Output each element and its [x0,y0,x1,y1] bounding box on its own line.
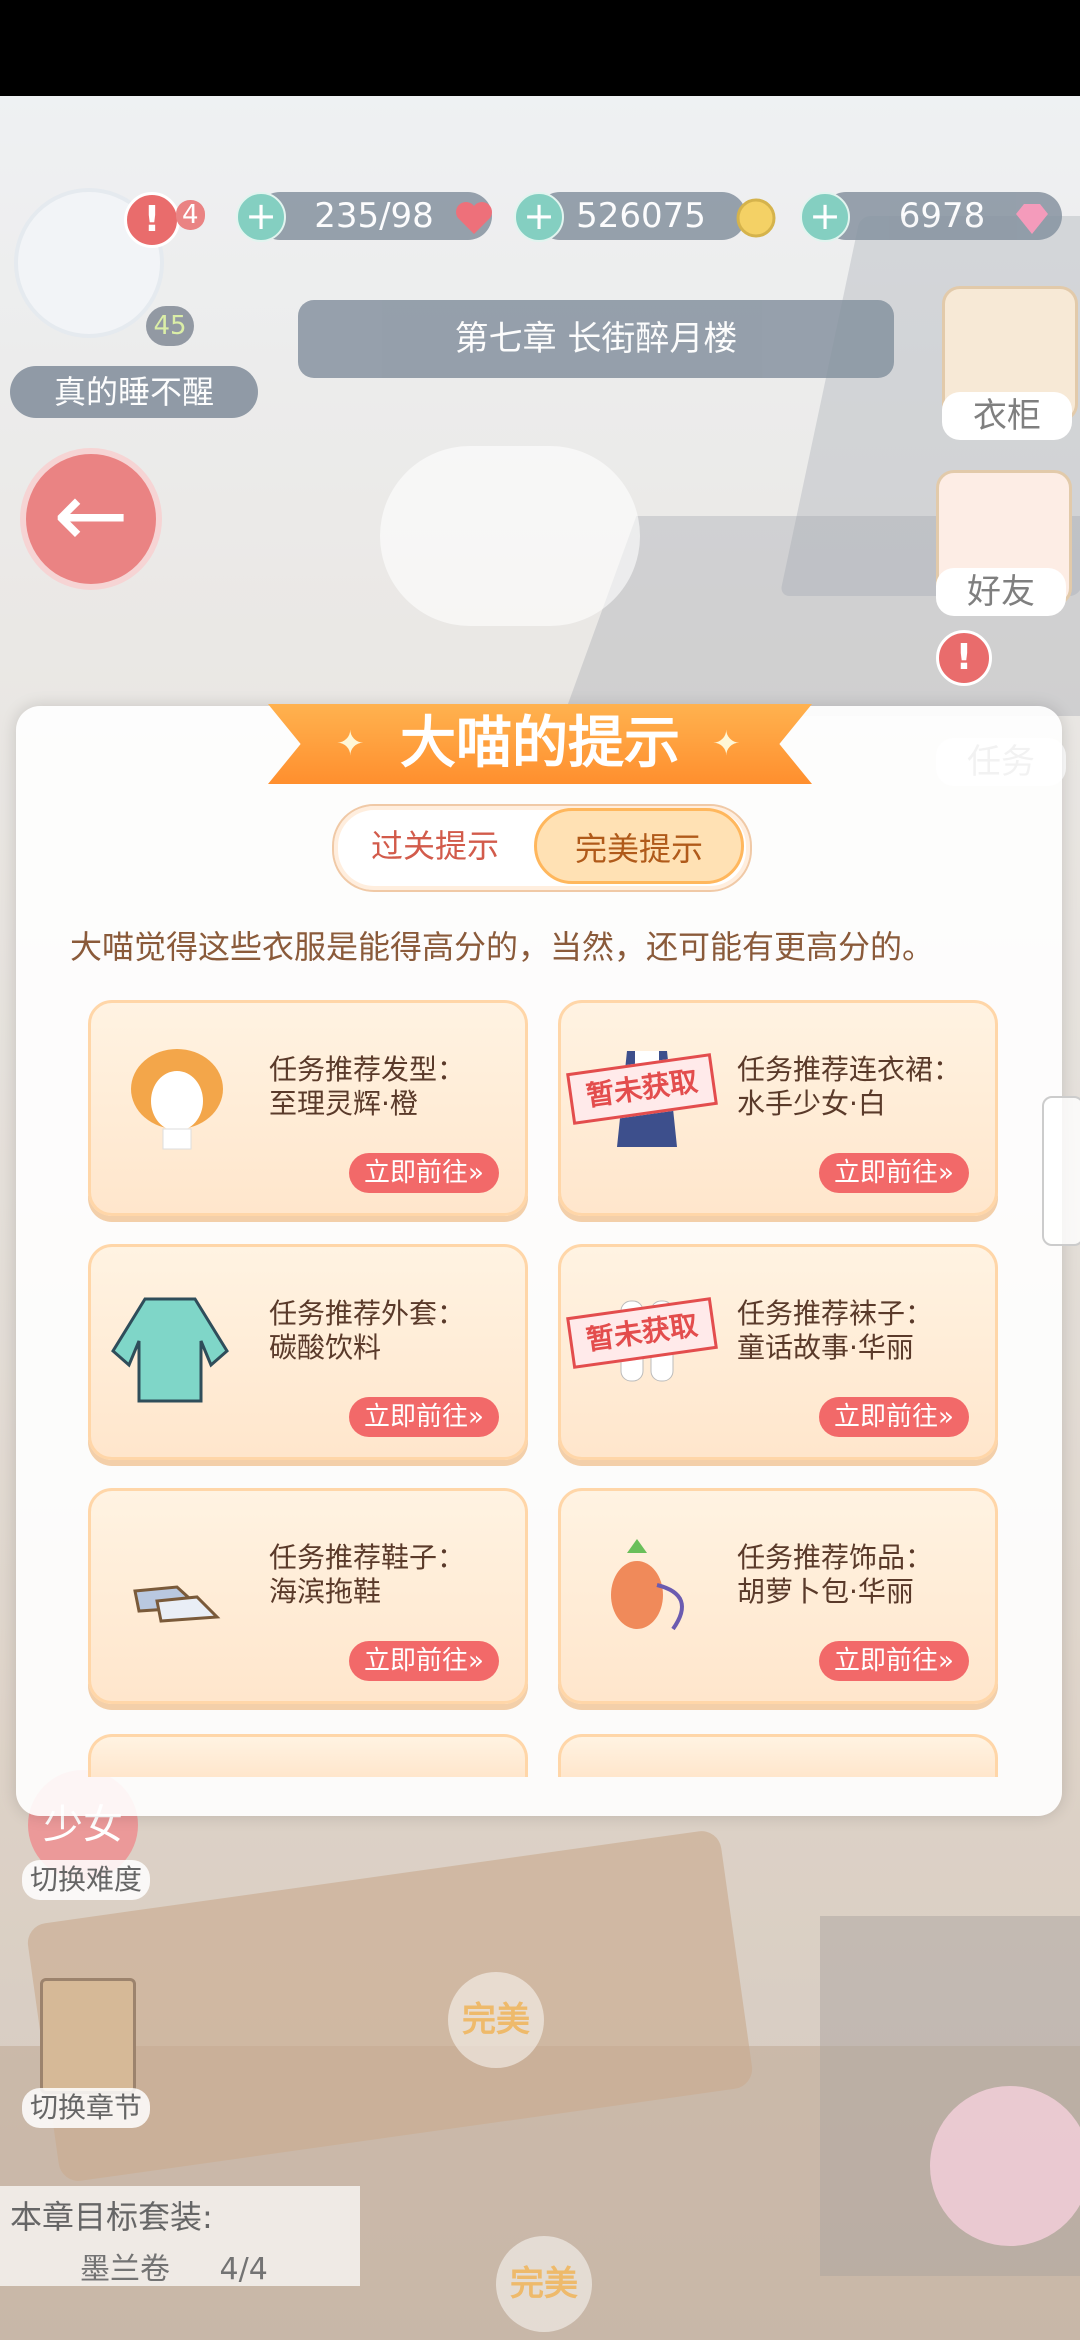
card-line1: 任务推荐外套： [269,1297,466,1330]
recommend-card-hair[interactable]: 任务推荐发型： 至理灵辉·橙 立即前往» [88,1000,528,1216]
recommend-card-coat[interactable]: 任务推荐外套： 碳酸饮料 立即前往» [88,1244,528,1460]
goto-button[interactable]: 立即前往» [819,1397,969,1437]
recommend-card-partial[interactable] [88,1734,528,1777]
card-line2: 童话故事·华丽 [737,1331,914,1364]
card-line2: 至理灵辉·橙 [269,1087,418,1120]
sparkle-icon: ✦ [712,724,741,764]
hair-item-icon [117,1037,237,1157]
sparkle-icon: ✦ [336,724,365,764]
card-line1: 任务推荐发型： [269,1053,466,1086]
recommend-card-socks[interactable]: 暂未获取 任务推荐袜子： 童话故事·华丽 立即前往» [558,1244,998,1460]
card-line1: 任务推荐鞋子： [269,1541,466,1574]
tab-perfect-hint[interactable]: 完美提示 [534,808,744,884]
goto-button[interactable]: 立即前往» [819,1153,969,1193]
card-line2: 碳酸饮料 [269,1331,382,1364]
coat-item-icon [105,1281,229,1403]
goto-button[interactable]: 立即前往» [349,1397,499,1437]
card-line2: 水手少女·白 [737,1087,886,1120]
goto-button[interactable]: 立即前往» [349,1641,499,1681]
hint-description: 大喵觉得这些衣服是能得高分的，当然，还可能有更高分的。 [70,928,935,966]
card-line1: 任务推荐饰品： [737,1541,934,1574]
card-line1: 任务推荐连衣裙： [737,1053,962,1086]
card-line1: 任务推荐袜子： [737,1297,934,1330]
scroll-handle[interactable] [1042,1096,1080,1246]
goto-button[interactable]: 立即前往» [349,1153,499,1193]
carrot-bag-item-icon [587,1525,707,1645]
card-line2: 胡萝卜包·华丽 [737,1575,914,1608]
shoes-item-icon [117,1531,237,1651]
goto-button[interactable]: 立即前往» [819,1641,969,1681]
card-line2: 海滨拖鞋 [269,1575,382,1608]
recommend-card-partial[interactable] [558,1734,998,1777]
recommend-card-dress[interactable]: 暂未获取 任务推荐连衣裙： 水手少女·白 立即前往» [558,1000,998,1216]
tab-pass-hint[interactable]: 过关提示 [336,808,534,884]
recommend-card-shoes[interactable]: 任务推荐鞋子： 海滨拖鞋 立即前往» [88,1488,528,1704]
recommend-card-accessory[interactable]: 任务推荐饰品： 胡萝卜包·华丽 立即前往» [558,1488,998,1704]
status-bar [0,0,1080,96]
